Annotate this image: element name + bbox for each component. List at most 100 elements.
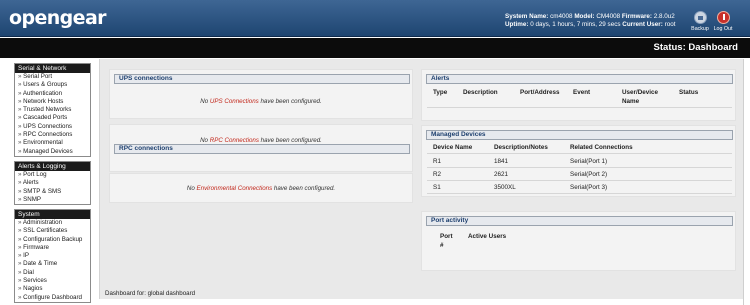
- col-user-device-name: User/Device Name: [622, 89, 659, 105]
- device-description-cell: 3500XL: [494, 184, 516, 191]
- related-connection-link[interactable]: Serial(Port 2): [570, 171, 607, 178]
- system-name-label: System Name:: [505, 13, 549, 20]
- backup-button[interactable]: Backup: [689, 11, 711, 32]
- nav-item-rpc-connections[interactable]: RPC Connections: [15, 131, 90, 139]
- rpc-empty-message: No RPC Connections have been configured.: [110, 137, 412, 144]
- uptime-label: Uptime:: [505, 21, 529, 28]
- backup-label: Backup: [691, 26, 709, 32]
- system-info: System Name: cm4008 Model: CM4008 Firmwa…: [505, 13, 681, 29]
- port-activity-panel-title: Port activity: [426, 216, 733, 226]
- divider: [427, 153, 732, 154]
- alerts-panel: Alerts Type Description Port/Address Eve…: [421, 69, 736, 121]
- divider: [427, 180, 732, 181]
- nav-item-firmware[interactable]: Firmware: [15, 244, 90, 252]
- nav-item-environmental[interactable]: Environmental: [15, 139, 90, 147]
- related-connection-link[interactable]: Serial(Port 3): [570, 184, 607, 191]
- msg-text: have been configured.: [272, 185, 336, 192]
- backup-icon: [693, 11, 707, 24]
- nav-item-configuration-backup[interactable]: Configuration Backup: [15, 236, 90, 244]
- model-value: CM4008: [596, 13, 621, 20]
- system-name-value: cm4008: [550, 13, 573, 20]
- managed-devices-panel: Managed Devices Device Name Description/…: [421, 125, 736, 197]
- nav-item-port-log[interactable]: Port Log: [15, 171, 90, 179]
- col-type: Type: [433, 89, 448, 96]
- device-description-cell: 2621: [494, 171, 509, 178]
- divider: [427, 193, 732, 194]
- nav-serial-network: Serial & Network Serial Port Users & Gro…: [14, 63, 91, 157]
- ups-panel-title: UPS connections: [114, 74, 410, 84]
- msg-text: No: [200, 137, 210, 144]
- ups-empty-message: No UPS Connections have been configured.: [110, 98, 412, 105]
- nav-item-users-groups[interactable]: Users & Groups: [15, 81, 90, 89]
- device-name-cell: R1: [433, 158, 442, 165]
- nav-item-services[interactable]: Services: [15, 277, 90, 285]
- nav-item-date-time[interactable]: Date & Time: [15, 260, 90, 268]
- msg-text: No: [186, 185, 197, 192]
- opengear-logo: opengear: [9, 7, 107, 29]
- device-name-cell: S1: [433, 184, 441, 191]
- nav-item-ssl-certificates[interactable]: SSL Certificates: [15, 227, 90, 235]
- rpc-panel: No RPC Connections have been configured.…: [109, 124, 413, 172]
- uptime-value: 0 days, 1 hours, 7 mins, 29 secs: [530, 21, 621, 28]
- nav-item-smtp-sms[interactable]: SMTP & SMS: [15, 188, 90, 196]
- nav-item-nagios[interactable]: Nagios: [15, 285, 90, 293]
- col-status: Status: [679, 89, 699, 96]
- title-bar: Status: Dashboard: [0, 38, 750, 58]
- rpc-connections-link[interactable]: RPC Connections: [210, 137, 259, 144]
- related-connection-link[interactable]: Serial(Port 1): [570, 158, 607, 165]
- logout-label: Log Out: [713, 26, 733, 32]
- msg-text: No: [200, 98, 210, 105]
- firmware-value: 2.8.0u2: [653, 13, 675, 20]
- device-description-cell: 1841: [494, 158, 509, 165]
- nav-item-configure-dashboard[interactable]: Configure Dashboard: [15, 294, 90, 302]
- environmental-panel: No Environmental Connections have been c…: [109, 173, 413, 203]
- nav-item-ip[interactable]: IP: [15, 252, 90, 260]
- divider: [427, 107, 732, 108]
- current-user-value: root: [664, 21, 676, 28]
- nav-item-administration[interactable]: Administration: [15, 219, 90, 227]
- col-description-notes: Description/Notes: [494, 144, 548, 151]
- alerts-panel-title: Alerts: [426, 74, 733, 84]
- msg-text: have been configured.: [258, 137, 322, 144]
- nav-heading: Alerts & Logging: [15, 162, 90, 171]
- nav-item-alerts[interactable]: Alerts: [15, 179, 90, 187]
- current-user-label: Current User:: [622, 21, 663, 28]
- msg-text: have been configured.: [258, 98, 322, 105]
- col-event: Event: [573, 89, 591, 96]
- col-port-number: Port #: [440, 233, 453, 249]
- nav-item-ups-connections[interactable]: UPS Connections: [15, 123, 90, 131]
- ups-panel: UPS connections No UPS Connections have …: [109, 69, 413, 119]
- col-related-connections: Related Connections: [570, 144, 633, 151]
- nav-item-authentication[interactable]: Authentication: [15, 90, 90, 98]
- env-empty-message: No Environmental Connections have been c…: [110, 185, 412, 192]
- nav-item-dial[interactable]: Dial: [15, 269, 90, 277]
- header-bar: opengear System Name: cm4008 Model: CM40…: [0, 0, 750, 37]
- nav-item-serial-port[interactable]: Serial Port: [15, 73, 90, 81]
- page-title: Status: Dashboard: [653, 42, 738, 53]
- device-name-cell: R2: [433, 171, 442, 178]
- nav-item-managed-devices[interactable]: Managed Devices: [15, 148, 90, 156]
- dashboard-footer: Dashboard for: global dashboard: [105, 290, 196, 297]
- divider: [427, 167, 732, 168]
- scrollbar[interactable]: [743, 59, 750, 305]
- nav-item-network-hosts[interactable]: Network Hosts: [15, 98, 90, 106]
- nav-system: System Administration SSL Certificates C…: [14, 209, 91, 303]
- nav-heading: Serial & Network: [15, 64, 90, 73]
- col-active-users: Active Users: [468, 233, 507, 240]
- col-device-name: Device Name: [433, 144, 473, 151]
- environmental-connections-link[interactable]: Environmental Connections: [197, 185, 273, 192]
- nav-item-cascaded-ports[interactable]: Cascaded Ports: [15, 114, 90, 122]
- ups-connections-link[interactable]: UPS Connections: [210, 98, 259, 105]
- col-description: Description: [463, 89, 498, 96]
- managed-devices-panel-title: Managed Devices: [426, 130, 733, 140]
- power-icon: [716, 11, 730, 24]
- model-label: Model:: [574, 13, 595, 20]
- nav-item-trusted-networks[interactable]: Trusted Networks: [15, 106, 90, 114]
- rpc-panel-title: RPC connections: [114, 144, 410, 154]
- nav-alerts-logging: Alerts & Logging Port Log Alerts SMTP & …: [14, 161, 91, 206]
- firmware-label: Firmware:: [621, 13, 653, 20]
- nav-heading: System: [15, 210, 90, 219]
- col-port-address: Port/Address: [520, 89, 560, 96]
- logout-button[interactable]: Log Out: [712, 11, 734, 32]
- nav-item-snmp[interactable]: SNMP: [15, 196, 90, 204]
